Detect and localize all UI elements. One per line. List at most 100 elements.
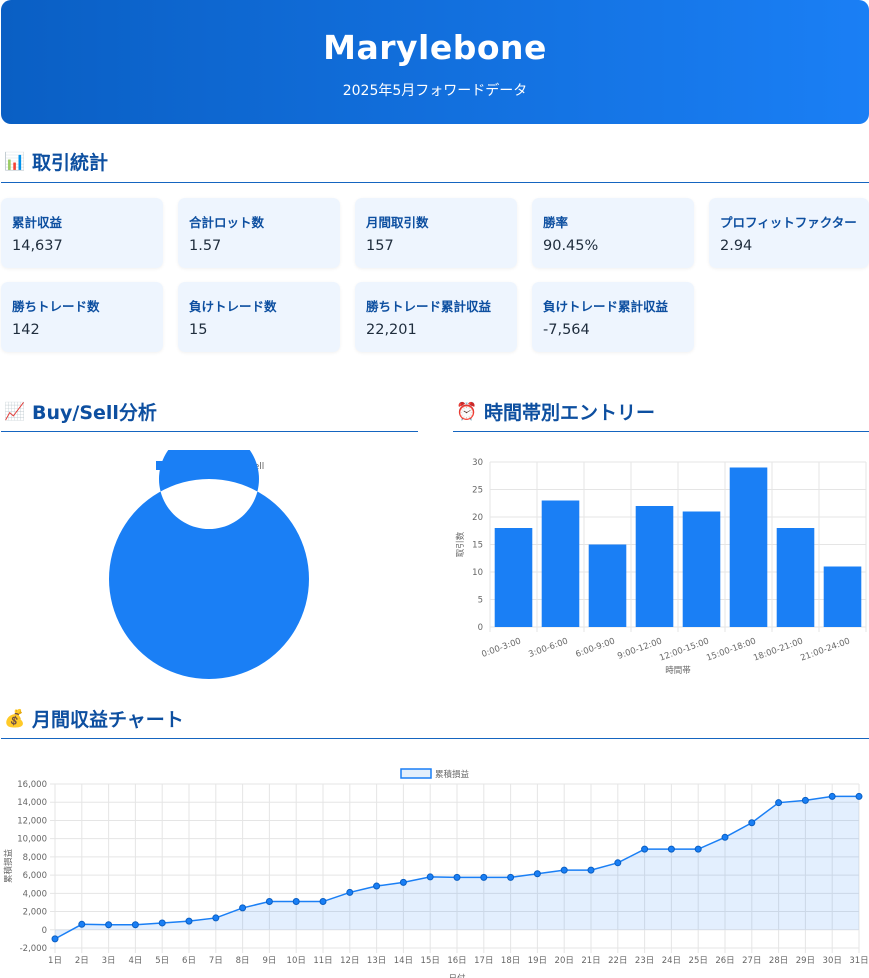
x-tick-label: 10日: [287, 956, 306, 966]
stat-label: 勝率: [543, 215, 569, 230]
y-tick-label: 16,000: [17, 780, 47, 790]
data-point-2日: [78, 920, 86, 928]
data-point-8日: [239, 904, 247, 912]
x-tick-label: 27日: [742, 956, 761, 966]
data-point-30日: [828, 792, 836, 800]
x-tick-label: 2日: [75, 956, 89, 966]
page-header: Marylebone 2025年5月フォワードデータ: [1, 0, 869, 124]
stat-value: 142: [12, 322, 40, 338]
y-tick-label: 8,000: [23, 853, 47, 863]
x-tick-label: 11日: [313, 956, 332, 966]
y-tick-label: 5: [478, 596, 483, 606]
data-point-25日: [694, 845, 702, 853]
x-tick-label: 15:00-18:00: [705, 636, 757, 663]
x-tick-label: 14日: [394, 956, 413, 966]
trend-up-emoji-icon: 📈: [4, 401, 26, 422]
data-point-10日: [292, 898, 300, 906]
x-tick-label: 16日: [447, 956, 466, 966]
bar-6:00-9:00: [588, 544, 627, 627]
data-point-7日: [212, 914, 220, 922]
stat-card-profit-factor: プロフィットファクター 2.94: [709, 198, 869, 268]
x-tick-label: 18:00-21:00: [752, 636, 804, 663]
stat-card-loss-count: 負けトレード数 15: [178, 282, 340, 352]
data-point-3日: [105, 921, 113, 929]
data-point-23日: [641, 845, 649, 853]
stat-label: 勝ちトレード数: [12, 299, 100, 314]
data-point-18日: [507, 873, 515, 881]
y-tick-label: 14,000: [17, 798, 47, 808]
stat-label: プロフィットファクター: [720, 215, 857, 230]
y-tick-label: 2,000: [23, 908, 47, 918]
stat-value: -7,564: [543, 322, 590, 338]
x-tick-label: 22日: [608, 956, 627, 966]
stats-section-title: 📊 取引統計: [4, 148, 108, 175]
y-tick-label: 6,000: [23, 871, 47, 881]
data-point-19日: [533, 870, 541, 878]
stat-label: 合計ロット数: [189, 215, 265, 230]
x-tick-label: 6:00-9:00: [574, 636, 616, 660]
data-point-28日: [775, 799, 783, 807]
stat-card-loss-profit: 負けトレード累計収益 -7,564: [532, 282, 694, 352]
y-tick-label: 0: [478, 623, 483, 633]
x-tick-label: 8日: [236, 956, 250, 966]
x-tick-label: 21:00-24:00: [799, 636, 851, 663]
x-tick-label: 3:00-6:00: [527, 636, 569, 660]
bar-0:00-3:00: [494, 528, 533, 627]
x-tick-label: 21日: [581, 956, 600, 966]
data-point-4日: [131, 921, 139, 929]
page-subtitle: 2025年5月フォワードデータ: [342, 83, 528, 99]
x-tick-label: 3日: [102, 956, 116, 966]
data-point-11日: [319, 898, 327, 906]
x-tick-label: 5日: [155, 956, 169, 966]
stat-value: 22,201: [366, 322, 417, 338]
monthly-section-title: 💰 月間収益チャート: [4, 705, 184, 732]
data-point-16日: [453, 873, 461, 881]
y-tick-label: 30: [472, 458, 483, 468]
stat-label: 月間取引数: [366, 215, 429, 230]
stat-card-win-count: 勝ちトレード数 142: [1, 282, 163, 352]
bar-21:00-24:00: [823, 566, 862, 627]
data-point-29日: [801, 796, 809, 804]
x-tick-label: 30日: [823, 956, 842, 966]
money-bag-emoji-icon: 💰: [4, 708, 26, 729]
monthly-section-label: 月間収益チャート: [32, 709, 184, 731]
buysell-divider: [1, 431, 418, 432]
data-point-12日: [346, 888, 354, 896]
x-tick-label: 9日: [262, 956, 276, 966]
monthly-divider: [1, 738, 869, 739]
data-point-17日: [480, 873, 488, 881]
x-tick-label: 26日: [715, 956, 734, 966]
y-axis-title: 累積損益: [3, 849, 14, 884]
data-point-24日: [667, 845, 675, 853]
y-tick-label: 10: [472, 568, 483, 578]
stats-section-label: 取引統計: [32, 152, 109, 174]
monthly-profit-area-chart: 累積損益 -2,000 0 2,000 4,000 6,000 8,000 10,000 12,…: [3, 768, 869, 978]
x-tick-label: 17日: [474, 956, 493, 966]
y-tick-label: 12,000: [17, 816, 47, 826]
data-point-5日: [158, 919, 166, 927]
hourly-section-label: 時間帯別エントリー: [484, 402, 656, 424]
data-point-21日: [587, 866, 595, 874]
bar-3:00-6:00: [541, 500, 580, 627]
page-title: Marylebone: [323, 28, 547, 67]
data-point-27日: [748, 819, 756, 827]
stat-value: 15: [189, 322, 208, 338]
x-tick-label: 28日: [769, 956, 788, 966]
x-tick-label: 15日: [421, 956, 440, 966]
data-point-15日: [426, 873, 434, 881]
buy-sell-doughnut-chart: BuySell: [108, 450, 309, 679]
x-tick-label: 7日: [209, 956, 223, 966]
alarm-clock-emoji-icon: ⏰: [456, 401, 478, 422]
x-tick-label: 1日: [48, 956, 62, 966]
stat-card-total-profit: 累計収益 14,637: [1, 198, 163, 268]
stat-label: 負けトレード数: [189, 299, 277, 314]
x-tick-label: 12日: [340, 956, 359, 966]
x-axis-title: 日付: [448, 973, 466, 978]
y-axis-title: 取引数: [455, 531, 466, 557]
stat-label: 累計収益: [12, 215, 63, 230]
data-point-31日: [855, 792, 863, 800]
x-tick-label: 20日: [555, 956, 574, 966]
x-tick-label: 19日: [528, 956, 547, 966]
x-tick-label: 31日: [849, 956, 868, 966]
legend-swatch-cumulative: [400, 768, 432, 779]
